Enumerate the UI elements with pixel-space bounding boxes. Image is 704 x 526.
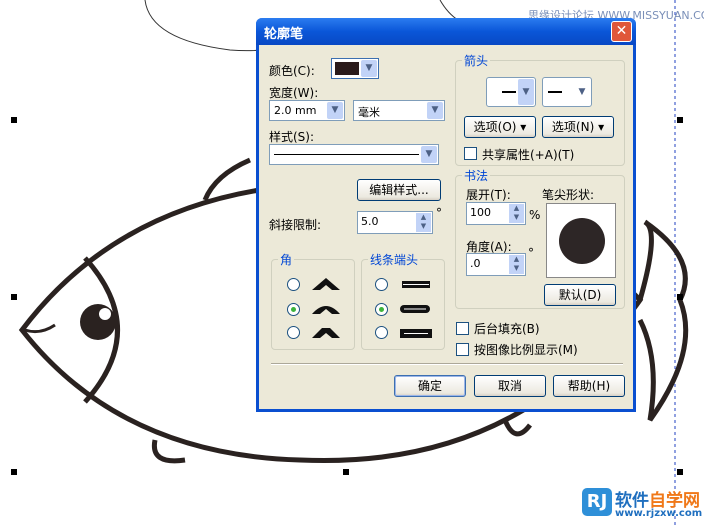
dialog-title-bar[interactable]: 轮廓笔 ✕	[256, 18, 636, 45]
close-button[interactable]: ✕	[611, 21, 632, 42]
style-label: 样式(S):	[269, 130, 315, 144]
scale-with-image-checkbox[interactable]	[456, 343, 469, 356]
percent-sign: %	[529, 208, 541, 222]
corners-group: 角	[271, 251, 355, 350]
nib-shape-label: 笔尖形状:	[542, 188, 595, 202]
calligraphy-group: 书法 展开(T): 100 ▲ ▼ % 角度(A): .0 ▲ ▼ ° 笔尖形状: 默认…	[455, 167, 625, 309]
site-logo: RJ 软件自学网 www.rjzxw.com	[582, 486, 702, 524]
angle-input[interactable]: .0 ▲ ▼	[466, 253, 526, 276]
stretch-input[interactable]: 100 ▲ ▼	[466, 202, 526, 225]
style-select[interactable]: ▼	[269, 144, 439, 165]
help-button[interactable]: 帮助(H)	[553, 375, 625, 397]
fish-eye-highlight	[99, 308, 111, 320]
spinner-icon[interactable]: ▲ ▼	[509, 255, 524, 274]
spinner-icon[interactable]: ▲ ▼	[509, 204, 524, 223]
edit-style-button[interactable]: 编辑样式...	[357, 179, 441, 201]
start-arrow-options-button[interactable]: 选项(O) ▾	[464, 116, 536, 138]
logo-mark: RJ	[582, 488, 612, 516]
nib-circle	[559, 218, 605, 264]
degree-symbol: °	[528, 246, 534, 260]
default-button[interactable]: 默认(D)	[544, 284, 616, 306]
miter-limit-input[interactable]: 5.0 ▲ ▼	[357, 211, 433, 234]
fish-tail	[637, 219, 689, 422]
unit-select[interactable]: 毫米 ▼	[353, 100, 445, 121]
corners-title: 角	[278, 251, 295, 268]
scale-with-image-label: 按图像比例显示(M)	[474, 343, 578, 357]
spinner-icon[interactable]: ▲ ▼	[416, 213, 431, 232]
end-arrow-options-button[interactable]: 选项(N) ▾	[542, 116, 614, 138]
arrows-title: 箭头	[462, 52, 491, 69]
chevron-down-icon: ▼	[427, 102, 443, 119]
line-caps-title: 线条端头	[368, 251, 421, 268]
divider	[271, 363, 623, 365]
color-picker[interactable]: ▼	[331, 58, 379, 79]
stretch-label: 展开(T):	[466, 188, 511, 202]
chevron-down-icon: ▼	[421, 146, 437, 163]
fish-eye	[80, 304, 116, 340]
end-arrow-select[interactable]: ▼	[542, 77, 592, 107]
arrow-line-preview	[548, 91, 562, 93]
corner-round-radio[interactable]	[287, 303, 300, 316]
fish-mouth	[24, 323, 56, 334]
behind-fill-checkbox[interactable]	[456, 322, 469, 335]
share-attributes-label: 共享属性(+A)(T)	[482, 148, 575, 162]
corner-icons	[312, 278, 340, 338]
width-select[interactable]: 2.0 mm ▼	[269, 100, 345, 121]
cap-square-radio[interactable]	[375, 326, 388, 339]
chevron-down-icon: ▼	[327, 102, 343, 119]
degree-symbol: °	[436, 206, 442, 220]
color-label: 颜色(C):	[269, 64, 315, 78]
arrow-line-preview	[502, 91, 516, 93]
chevron-down-icon: ▼	[361, 60, 377, 77]
calligraphy-title: 书法	[462, 167, 491, 184]
line-cap-icons	[400, 281, 432, 338]
corner-miter-radio[interactable]	[287, 278, 300, 291]
cap-round-radio[interactable]	[375, 303, 388, 316]
ok-button[interactable]: 确定	[394, 375, 466, 397]
line-caps-group: 线条端头	[361, 251, 445, 350]
cancel-button[interactable]: 取消	[474, 375, 546, 397]
line-style-preview	[274, 154, 419, 155]
color-swatch	[335, 62, 359, 75]
dialog-title: 轮廓笔	[264, 27, 304, 42]
miter-limit-label: 斜接限制:	[269, 218, 322, 232]
share-attributes-checkbox[interactable]	[464, 147, 477, 160]
chevron-down-icon: ▼	[518, 79, 534, 105]
chevron-down-icon: ▼	[574, 79, 590, 105]
start-arrow-select[interactable]: ▼	[486, 77, 536, 107]
behind-fill-label: 后台填充(B)	[474, 322, 540, 336]
corner-bevel-radio[interactable]	[287, 326, 300, 339]
cap-butt-radio[interactable]	[375, 278, 388, 291]
nib-shape-preview[interactable]	[546, 203, 616, 278]
fish-fin-bottom	[151, 418, 532, 464]
width-label: 宽度(W):	[269, 86, 319, 100]
outline-pen-dialog: 轮廓笔 ✕ 颜色(C): ▼ 宽度(W): 2.0 mm ▼ 毫米 ▼ 样式(S):…	[256, 18, 636, 412]
arrows-group: 箭头 ▼ ▼ 选项(O) ▾ 选项(N) ▾ 共享属性(+A)(T)	[455, 52, 625, 166]
logo-url: www.rjzxw.com	[615, 508, 703, 519]
